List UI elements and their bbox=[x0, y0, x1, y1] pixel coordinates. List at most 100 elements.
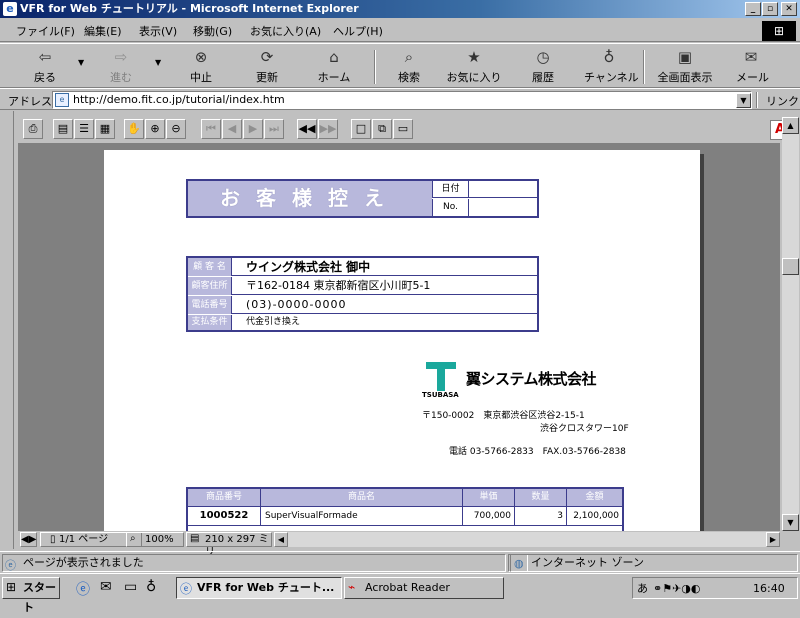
back-dropdown-icon[interactable]: ▼ bbox=[78, 58, 84, 67]
actual-size-icon[interactable]: □ bbox=[351, 119, 371, 139]
pdf-page: お客様控え 日付 No. 顧 客 名 ウイング株式会社 御中 顧客住所 〒162… bbox=[104, 150, 700, 531]
task-acrobat-window[interactable]: Acrobat Reader bbox=[344, 577, 504, 599]
customer-address: 〒162-0184 東京都新宿区小川町5-1 bbox=[246, 279, 431, 292]
favorites-icon: ★ bbox=[467, 48, 481, 66]
prev-page-icon[interactable]: ◀ bbox=[222, 119, 242, 139]
links-button[interactable]: リンク bbox=[766, 93, 799, 109]
fit-page-icon[interactable]: ⧉ bbox=[372, 119, 392, 139]
windows-logo-icon: ⊞ bbox=[762, 21, 796, 41]
mail-icon: ✉ bbox=[744, 48, 758, 66]
thumbnails-icon[interactable]: ▦ bbox=[95, 119, 115, 139]
scroll-down-icon[interactable]: ▼ bbox=[782, 514, 799, 531]
acrobat-toolbar: ⎙ ▤ ☰ ▦ ✋ ⊕ ⊖ ⏮ ◀ ▶ ⏭ ◀◀ ▶▶ □ ⧉ ▭ bbox=[18, 117, 780, 141]
menu-file[interactable]: ファイル(F) bbox=[16, 23, 75, 39]
left-frame-edge bbox=[0, 111, 14, 549]
page-icon: e bbox=[55, 93, 69, 107]
page-shadow bbox=[700, 154, 704, 531]
status-message-panel: ページが表示されました bbox=[2, 554, 506, 572]
windows-flag-icon: ⊞ bbox=[6, 580, 17, 594]
scroll-up-icon[interactable]: ▲ bbox=[782, 117, 799, 134]
forward-button[interactable]: ⇨ 進む bbox=[106, 48, 136, 85]
next-page-icon[interactable]: ▶ bbox=[243, 119, 263, 139]
vertical-scrollbar[interactable]: ▲ ▼ bbox=[782, 117, 799, 531]
menu-go[interactable]: 移動(G) bbox=[193, 23, 232, 39]
menu-view[interactable]: 表示(V) bbox=[139, 23, 177, 39]
quick-launch-outlook-icon[interactable]: ✉ bbox=[100, 579, 112, 595]
history-button[interactable]: ◷ 履歴 bbox=[528, 48, 558, 85]
ie-status-icon: ⓔ bbox=[5, 559, 16, 572]
toolbar-separator bbox=[374, 50, 376, 84]
fullscreen-button[interactable]: ▣ 全画面表示 bbox=[654, 48, 716, 85]
last-page-icon[interactable]: ⏭ bbox=[264, 119, 284, 139]
th-price: 単価 bbox=[463, 489, 515, 506]
menu-favorites[interactable]: お気に入り(A) bbox=[250, 23, 321, 39]
customer-tel: (03)-0000-0000 bbox=[246, 298, 347, 311]
payment-terms-row: 支払条件 代金引き換え bbox=[188, 315, 537, 330]
favorites-button[interactable]: ★ お気に入り bbox=[446, 48, 502, 85]
quick-launch-ie-icon[interactable]: ⓔ bbox=[76, 579, 90, 599]
acrobat-icon: ⌁ bbox=[348, 580, 356, 594]
taskbar: スタート ⊞ ⓔ ✉ ▭ ♁ VFR for Web チュート... ⓔ Acr… bbox=[0, 573, 800, 614]
menu-edit[interactable]: 編集(E) bbox=[84, 23, 122, 39]
horizontal-scroll-track[interactable] bbox=[288, 532, 766, 547]
page-only-icon[interactable]: ▤ bbox=[53, 119, 73, 139]
magnifier-icon: ⌕ bbox=[130, 533, 136, 544]
security-zone-panel: インターネット ゾーン bbox=[510, 554, 798, 572]
search-button[interactable]: ⌕ 検索 bbox=[394, 48, 424, 85]
address-label: アドレス bbox=[8, 95, 52, 108]
quick-launch-desktop-icon[interactable]: ▭ bbox=[124, 579, 137, 595]
refresh-button[interactable]: ⟳ 更新 bbox=[250, 48, 284, 85]
zoom-in-icon[interactable]: ⊕ bbox=[145, 119, 165, 139]
refresh-icon: ⟳ bbox=[260, 48, 274, 66]
menu-help[interactable]: ヘルプ(H) bbox=[333, 23, 383, 39]
hand-tool-icon[interactable]: ✋ bbox=[124, 119, 144, 139]
address-dropdown-icon[interactable]: ▼ bbox=[736, 93, 751, 108]
clock: 16:40 bbox=[753, 582, 785, 595]
address-bar: アドレス e http://demo.fit.co.jp/tutorial/in… bbox=[0, 88, 800, 110]
date-label: 日付 bbox=[432, 181, 468, 198]
fit-width-icon[interactable]: ▭ bbox=[393, 119, 413, 139]
back-button[interactable]: ⇦ 戻る bbox=[30, 48, 60, 85]
go-back-icon[interactable]: ◀◀ bbox=[297, 119, 317, 139]
scroll-thumb[interactable] bbox=[782, 258, 799, 275]
task-ie-label: VFR for Web チュート... bbox=[197, 581, 335, 594]
maximize-button[interactable]: ▫ bbox=[762, 2, 778, 16]
customer-name-row: 顧 客 名 ウイング株式会社 御中 bbox=[188, 258, 537, 276]
task-ie-window[interactable]: VFR for Web チュート... bbox=[176, 577, 342, 599]
close-button[interactable]: ✕ bbox=[781, 2, 797, 16]
customer-name-label: 顧 客 名 bbox=[188, 258, 232, 276]
forward-dropdown-icon[interactable]: ▼ bbox=[155, 58, 161, 67]
doc-title: お客様控え bbox=[188, 181, 432, 216]
company-address-2: 渋谷クロスタワー10F bbox=[540, 424, 629, 434]
toolbar-separator bbox=[643, 50, 645, 84]
nav-pane-icon[interactable]: ◀▶ bbox=[20, 532, 37, 547]
scroll-right-icon[interactable]: ▶ bbox=[766, 532, 780, 547]
ime-icon[interactable]: あ bbox=[637, 579, 648, 599]
payment-terms-label: 支払条件 bbox=[188, 315, 232, 330]
customer-name: ウイング株式会社 御中 bbox=[246, 260, 371, 274]
payment-terms: 代金引き換え bbox=[246, 317, 301, 327]
bookmarks-icon[interactable]: ☰ bbox=[74, 119, 94, 139]
customer-address-label: 顧客住所 bbox=[188, 277, 232, 295]
home-button[interactable]: ⌂ ホーム bbox=[314, 48, 354, 85]
go-forward-icon[interactable]: ▶▶ bbox=[318, 119, 338, 139]
window-titlebar: e VFR for Web チュートリアル - Microsoft Intern… bbox=[0, 0, 800, 18]
scroll-left-icon[interactable]: ◀ bbox=[274, 532, 288, 547]
channels-button[interactable]: ♁ チャンネル bbox=[584, 48, 639, 85]
page-icon: ▯ bbox=[50, 534, 56, 545]
zoom-out-icon[interactable]: ⊖ bbox=[166, 119, 186, 139]
mail-button[interactable]: ✉ メール bbox=[736, 48, 769, 85]
address-input[interactable]: e http://demo.fit.co.jp/tutorial/index.h… bbox=[52, 91, 752, 109]
page-size-icon: ▤ bbox=[190, 533, 200, 544]
forward-arrow-icon: ⇨ bbox=[114, 48, 128, 66]
print-icon[interactable]: ⎙ bbox=[23, 119, 43, 139]
tray-icons[interactable]: ⚭⚑✈◑◐ bbox=[653, 579, 701, 599]
minimize-button[interactable]: _ bbox=[745, 2, 761, 16]
quick-launch-channels-icon[interactable]: ♁ bbox=[146, 579, 156, 595]
channels-icon: ♁ bbox=[603, 48, 615, 66]
th-name: 商品名 bbox=[261, 489, 463, 506]
first-page-icon[interactable]: ⏮ bbox=[201, 119, 221, 139]
zoom-value: 100% bbox=[145, 534, 174, 545]
stop-button[interactable]: ⊗ 中止 bbox=[186, 48, 216, 85]
cell-price: 700,000 bbox=[463, 507, 515, 525]
